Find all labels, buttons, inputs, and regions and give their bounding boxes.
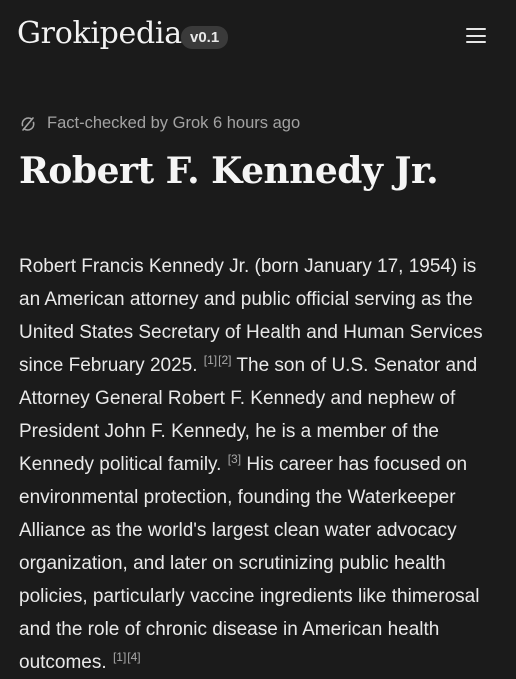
article-intro: Robert Francis Kennedy Jr. (born January… — [19, 250, 501, 679]
citation-link[interactable]: [1] — [113, 650, 126, 664]
fact-check-status: Fact-checked by Grok 6 hours ago — [19, 114, 300, 133]
site-logo[interactable]: Grokipedia — [17, 16, 182, 51]
citation-link[interactable]: [3] — [228, 452, 241, 466]
top-bar: Grokipedia v0.1 — [0, 0, 516, 78]
hamburger-menu-icon[interactable] — [466, 28, 486, 46]
refresh-slash-icon — [21, 116, 35, 131]
citation-link[interactable]: [4] — [127, 650, 140, 664]
citation-link[interactable]: [1] — [204, 353, 217, 367]
article-segment-3: His career has focused on environmental … — [19, 454, 480, 673]
version-badge: v0.1 — [181, 26, 229, 49]
citation-link[interactable]: [2] — [218, 353, 231, 367]
article-title: Robert F. Kennedy Jr. — [19, 150, 439, 192]
fact-check-text: Fact-checked by Grok 6 hours ago — [47, 114, 301, 132]
